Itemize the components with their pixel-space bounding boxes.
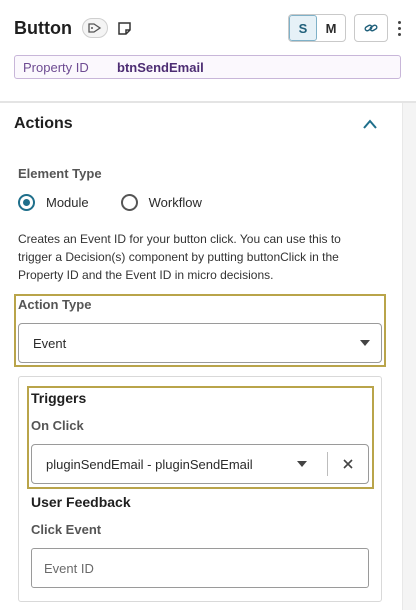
triggers-title: Triggers [31, 390, 87, 406]
clear-icon[interactable] [343, 459, 353, 469]
action-type-value: Event [33, 335, 67, 351]
select-separator [327, 452, 328, 476]
scrollbar[interactable] [402, 103, 416, 610]
property-id-field[interactable]: Property ID btnSendEmail [14, 55, 401, 79]
element-type-description: Creates an Event ID for your button clic… [18, 232, 341, 282]
user-feedback-title: User Feedback [31, 494, 131, 510]
chevron-up-icon[interactable] [362, 118, 378, 130]
radio-module[interactable] [18, 194, 35, 211]
more-options-icon[interactable] [394, 20, 404, 36]
radio-workflow-label: Workflow [148, 195, 202, 210]
actions-section-title: Actions [14, 115, 73, 132]
on-click-value: pluginSendEmail - pluginSendEmail [46, 456, 253, 472]
link-button[interactable] [354, 14, 388, 42]
caret-down-icon [297, 461, 307, 467]
section-divider [0, 101, 416, 103]
action-type-label: Action Type [18, 297, 92, 312]
link-icon [364, 24, 378, 32]
on-click-select[interactable]: pluginSendEmail - pluginSendEmail [31, 444, 369, 484]
caret-down-icon [360, 340, 370, 346]
header-actions: S M [288, 14, 404, 42]
note-icon[interactable] [116, 19, 134, 37]
property-id-value: btnSendEmail [117, 59, 204, 75]
action-type-select[interactable]: Event [18, 323, 382, 363]
click-event-input[interactable]: Event ID [31, 548, 369, 588]
size-toggle: S M [288, 14, 346, 42]
size-m-button[interactable]: M [317, 15, 345, 41]
radio-module-label: Module [46, 195, 89, 210]
property-id-label: Property ID [23, 59, 89, 75]
click-event-placeholder: Event ID [44, 560, 94, 576]
component-title: Button [14, 17, 72, 38]
on-click-label: On Click [31, 418, 84, 433]
element-type-radio-group: Module Workflow [18, 194, 202, 211]
radio-workflow[interactable] [120, 194, 138, 211]
size-s-button[interactable]: S [289, 15, 317, 41]
tag-icon[interactable] [81, 18, 108, 38]
header: Button S M [14, 14, 404, 42]
click-event-label: Click Event [31, 522, 102, 537]
element-type-label: Element Type [18, 166, 102, 181]
